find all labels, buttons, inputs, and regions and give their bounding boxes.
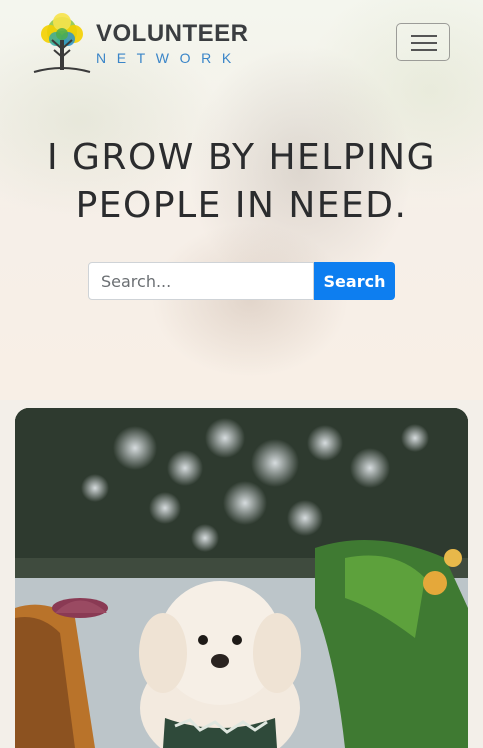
hamburger-menu-icon [411, 35, 437, 37]
brand-tagline: NETWORK [96, 50, 242, 66]
search-button[interactable]: Search [314, 262, 395, 300]
dog-photo-illustration [15, 408, 468, 748]
brand-logo[interactable]: VOLUNTEER NETWORK [30, 12, 248, 74]
hero-headline: I GROW BY HELPING PEOPLE IN NEED. [0, 134, 483, 230]
search-form: Search [88, 262, 396, 300]
headline-line-1: I GROW BY HELPING [46, 137, 437, 178]
tree-logo-icon [33, 13, 91, 73]
featured-dog-photo [15, 408, 468, 748]
search-input[interactable] [88, 262, 314, 300]
brand-name: VOLUNTEER [96, 20, 249, 47]
headline-line-2: PEOPLE IN NEED. [75, 185, 408, 226]
navbar: VOLUNTEER NETWORK [0, 0, 483, 86]
hamburger-menu-button[interactable] [396, 23, 450, 61]
